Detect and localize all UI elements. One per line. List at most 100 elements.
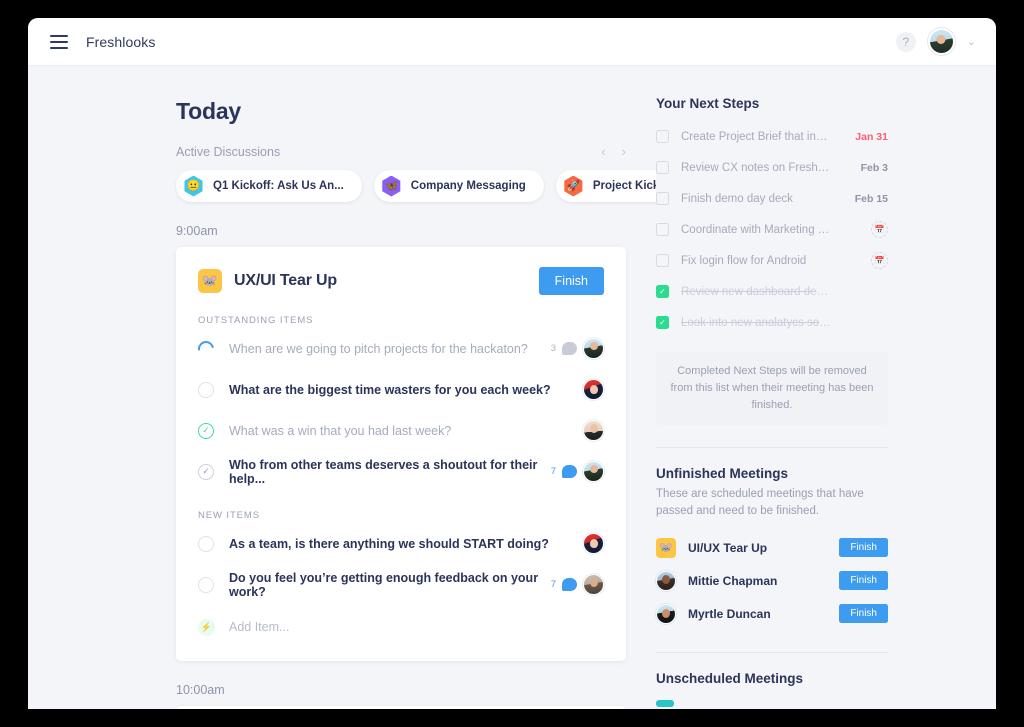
checkbox-checked[interactable]: ✓ xyxy=(656,285,669,298)
next-step-date: Jan 31 xyxy=(855,130,888,143)
checkbox[interactable] xyxy=(656,254,669,267)
carousel-prev-icon[interactable]: ‹ xyxy=(601,144,605,159)
next-step-item[interactable]: Coordinate with Marketing on com... 📅 xyxy=(656,214,888,245)
next-step-label: Create Project Brief that incorporat... xyxy=(681,130,831,143)
next-step-item[interactable]: Review CX notes on Freshlooks Feb 3 xyxy=(656,152,888,183)
meeting-card: Dorothy Rivera Finish xyxy=(176,706,626,709)
checkbox-checked[interactable]: ✓ xyxy=(656,316,669,329)
add-item-row[interactable]: ⚡ Add Item... xyxy=(198,609,604,645)
calendar-icon[interactable]: 📅 xyxy=(871,252,888,269)
finish-button[interactable]: Finish xyxy=(538,267,604,295)
meeting-card-header: 🐭 UX/UI Tear Up Finish xyxy=(198,267,604,295)
app-brand-title: Freshlooks xyxy=(86,33,156,50)
page-title: Today xyxy=(176,98,242,124)
agenda-item[interactable]: ✓ Who from other teams deserves a shouto… xyxy=(198,453,604,490)
meeting-name: Myrtle Duncan xyxy=(688,606,771,621)
agenda-item[interactable]: What are the biggest time wasters for yo… xyxy=(198,371,604,408)
main-column: Today Active Discussions ‹ › 😐 Q1 Kickof… xyxy=(28,66,656,709)
next-step-date: Feb 15 xyxy=(854,192,888,205)
unfinished-meetings-section: Unfinished Meetings These are scheduled … xyxy=(656,466,888,630)
agenda-item-text: When are we going to pitch projects for … xyxy=(229,341,528,356)
add-item-label: Add Item... xyxy=(229,620,290,634)
calendar-icon[interactable]: 📅 xyxy=(871,221,888,238)
chip-label: Company Messaging xyxy=(410,180,526,192)
unfinished-meeting-row[interactable]: Myrtle Duncan Finish xyxy=(656,597,888,630)
agenda-item-meta xyxy=(583,379,604,400)
next-step-label: Finish demo day deck xyxy=(681,192,793,205)
finish-button[interactable]: Finish xyxy=(839,604,888,624)
comment-count: 3 xyxy=(550,343,556,354)
carousel-next-icon[interactable]: › xyxy=(622,144,626,159)
agenda-item-text: Do you feel you’re getting enough feedba… xyxy=(229,570,539,599)
hamburger-menu-icon[interactable] xyxy=(50,34,68,49)
agenda-item-meta xyxy=(583,420,604,441)
checkbox[interactable] xyxy=(656,192,669,205)
help-icon[interactable]: ? xyxy=(895,31,916,52)
avatar xyxy=(583,533,604,554)
bolt-icon: ⚡ xyxy=(198,618,215,636)
agenda-item-meta xyxy=(583,533,604,554)
agenda-item[interactable]: When are we going to pitch projects for … xyxy=(194,330,604,367)
carousel-arrows: ‹ › xyxy=(601,144,626,159)
next-step-label: Coordinate with Marketing on com... xyxy=(681,223,831,236)
next-step-item[interactable]: ✓ Review new dashboard design xyxy=(656,276,888,307)
status-done-icon[interactable]: ✓ xyxy=(198,463,214,480)
next-step-item[interactable]: Create Project Brief that incorporat... … xyxy=(656,121,888,152)
meeting-title: UX/UI Tear Up xyxy=(234,272,337,289)
finish-button[interactable]: Finish xyxy=(839,571,888,591)
next-step-label: Review CX notes on Freshlooks xyxy=(681,161,831,174)
discussion-chip[interactable]: 😐 Q1 Kickoff: Ask Us An... xyxy=(176,170,362,202)
status-open-icon[interactable] xyxy=(198,381,214,398)
checkbox[interactable] xyxy=(656,223,669,236)
checkbox[interactable] xyxy=(656,130,669,143)
group-label-outstanding: OUTSTANDING ITEMS xyxy=(198,315,314,326)
chevron-down-icon[interactable]: ⌄ xyxy=(967,35,976,48)
divider xyxy=(656,652,888,654)
avatar xyxy=(583,461,604,482)
next-step-item[interactable]: Finish demo day deck Feb 15 xyxy=(656,183,888,214)
active-discussions-header: Active Discussions ‹ › xyxy=(176,144,626,159)
group-label-new: NEW ITEMS xyxy=(198,510,260,521)
agenda-item[interactable]: Do you feel you’re getting enough feedba… xyxy=(198,566,604,603)
status-loading-icon[interactable] xyxy=(194,337,218,360)
next-step-item[interactable]: ✓ Look into new analatycs software xyxy=(656,307,888,338)
status-open-icon[interactable] xyxy=(198,535,214,552)
active-discussions-label: Active Discussions xyxy=(176,144,281,159)
status-open-icon[interactable] xyxy=(198,576,214,593)
avatar xyxy=(583,338,604,359)
chip-hex-icon: 🚀 xyxy=(564,175,583,197)
comment-bubble-icon[interactable] xyxy=(562,342,577,355)
next-step-item[interactable]: Fix login flow for Android 📅 xyxy=(656,245,888,276)
chip-hex-icon: 😐 xyxy=(184,175,203,197)
status-done-icon[interactable]: ✓ xyxy=(198,422,214,439)
agenda-item-text: Who from other teams deserves a shoutout… xyxy=(229,457,538,486)
meeting-emoji-icon: 🐭 xyxy=(198,269,222,293)
unfinished-meeting-row[interactable]: 🐭 UI/UX Tear Up Finish xyxy=(656,531,888,564)
unscheduled-meeting-chip[interactable] xyxy=(656,700,674,708)
user-avatar[interactable] xyxy=(927,28,955,55)
checkbox[interactable] xyxy=(656,161,669,174)
discussion-chip[interactable]: 🚀 Project Kickoff: Today xyxy=(555,170,656,202)
top-bar: Freshlooks ? ⌄ xyxy=(28,18,996,66)
comment-bubble-icon[interactable] xyxy=(562,465,577,478)
discussion-chip-list: 😐 Q1 Kickoff: Ask Us An... 🦋 Company Mes… xyxy=(176,170,656,202)
meeting-name: UI/UX Tear Up xyxy=(688,540,768,555)
avatar xyxy=(656,570,676,591)
discussion-chip[interactable]: 🦋 Company Messaging xyxy=(373,170,544,202)
main-inner: Active Discussions ‹ › 😐 Q1 Kickoff: Ask… xyxy=(176,144,656,709)
comment-bubble-icon[interactable] xyxy=(562,578,577,591)
agenda-item[interactable]: As a team, is there anything we should S… xyxy=(198,525,604,562)
unscheduled-meetings-title: Unscheduled Meetings xyxy=(656,671,804,687)
next-step-label: Review new dashboard design xyxy=(681,285,831,298)
agenda-item-text: What was a win that you had last week? xyxy=(229,423,452,438)
divider xyxy=(656,447,888,449)
unfinished-meetings-title: Unfinished Meetings xyxy=(656,466,789,482)
unfinished-meetings-subtitle: These are scheduled meetings that have p… xyxy=(656,488,864,517)
agenda-item[interactable]: ✓ What was a win that you had last week? xyxy=(198,412,604,449)
app-window: Freshlooks ? ⌄ Today Active Discussions … xyxy=(28,18,996,709)
time-label: 10:00am xyxy=(176,683,225,697)
unfinished-meeting-row[interactable]: Mittie Chapman Finish xyxy=(656,564,888,597)
finish-button[interactable]: Finish xyxy=(839,538,888,558)
next-steps-section: Your Next Steps Create Project Brief tha… xyxy=(656,96,888,708)
next-step-date: Feb 3 xyxy=(860,161,888,174)
